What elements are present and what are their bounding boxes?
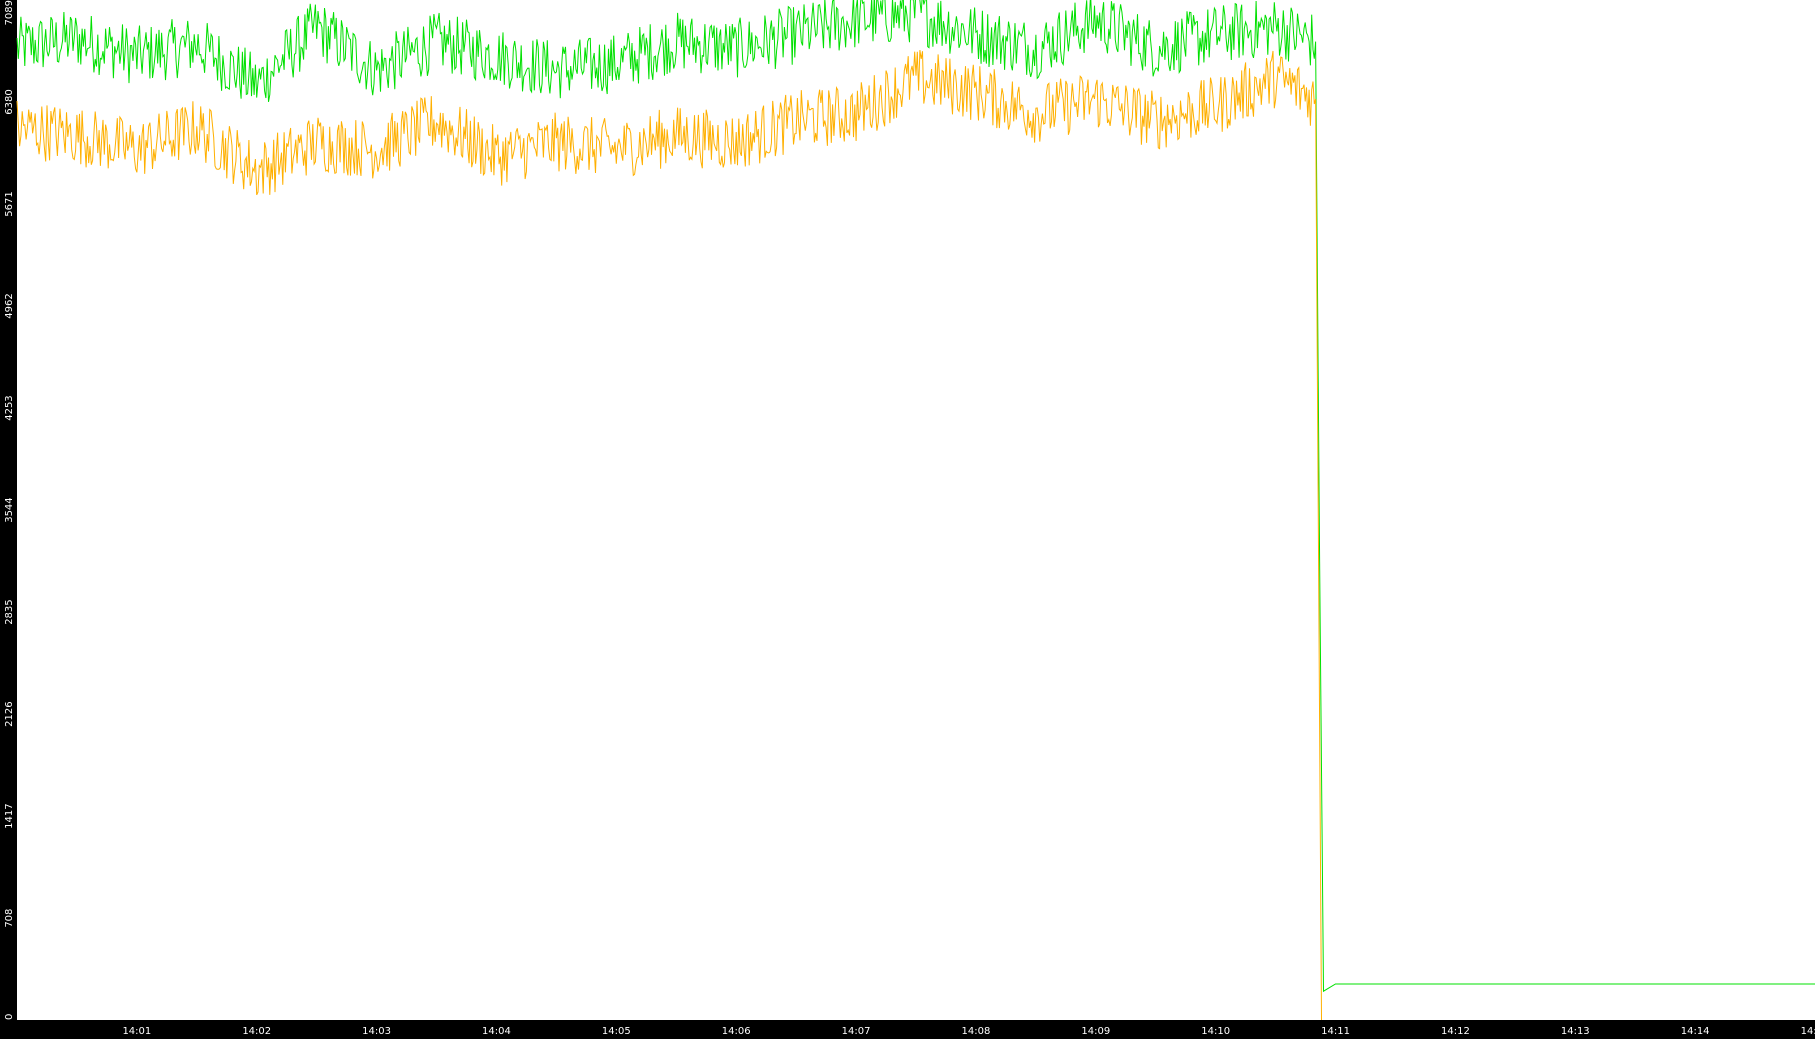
x-tick-label: 14:11	[1321, 1026, 1350, 1037]
x-tick-label: 14:10	[1201, 1026, 1230, 1037]
x-tick-label: 14:05	[602, 1026, 631, 1037]
chart-background	[0, 0, 1815, 1039]
x-axis-band	[0, 1020, 1815, 1039]
x-tick-label: 14:03	[362, 1026, 391, 1037]
x-tick-label: 14:08	[962, 1026, 991, 1037]
x-tick-label: 14:13	[1561, 1026, 1590, 1037]
y-tick-label: 2126	[4, 701, 15, 726]
x-tick-label: 14:06	[722, 1026, 751, 1037]
x-tick-labels: 14:01 14:02 14:03 14:04 14:05 14:06 14:07 14:08…	[122, 1026, 1815, 1037]
x-tick-label: 14:15	[1801, 1026, 1815, 1037]
y-tick-label: 708	[4, 909, 15, 928]
x-tick-label: 14:14	[1681, 1026, 1710, 1037]
y-tick-label: 1417	[4, 803, 15, 828]
y-tick-label: 6380	[4, 89, 15, 114]
line-chart: 0 708 1417 2126 2835 3544 4253 4962 5671 6380 7089…	[0, 0, 1815, 1039]
x-tick-label: 14:09	[1081, 1026, 1110, 1037]
y-tick-label: 4962	[4, 293, 15, 318]
x-tick-label: 14:02	[242, 1026, 271, 1037]
x-tick-label: 14:12	[1441, 1026, 1470, 1037]
y-tick-label: 3544	[4, 497, 15, 522]
x-tick-label: 14:07	[842, 1026, 871, 1037]
y-tick-label: 4253	[4, 395, 15, 420]
y-tick-label: 2835	[4, 599, 15, 624]
y-tick-label: 5671	[4, 191, 15, 216]
x-tick-label: 14:04	[482, 1026, 511, 1037]
y-tick-label: 0	[4, 1014, 15, 1020]
y-tick-label: 7089	[4, 0, 15, 25]
x-tick-label: 14:01	[122, 1026, 151, 1037]
